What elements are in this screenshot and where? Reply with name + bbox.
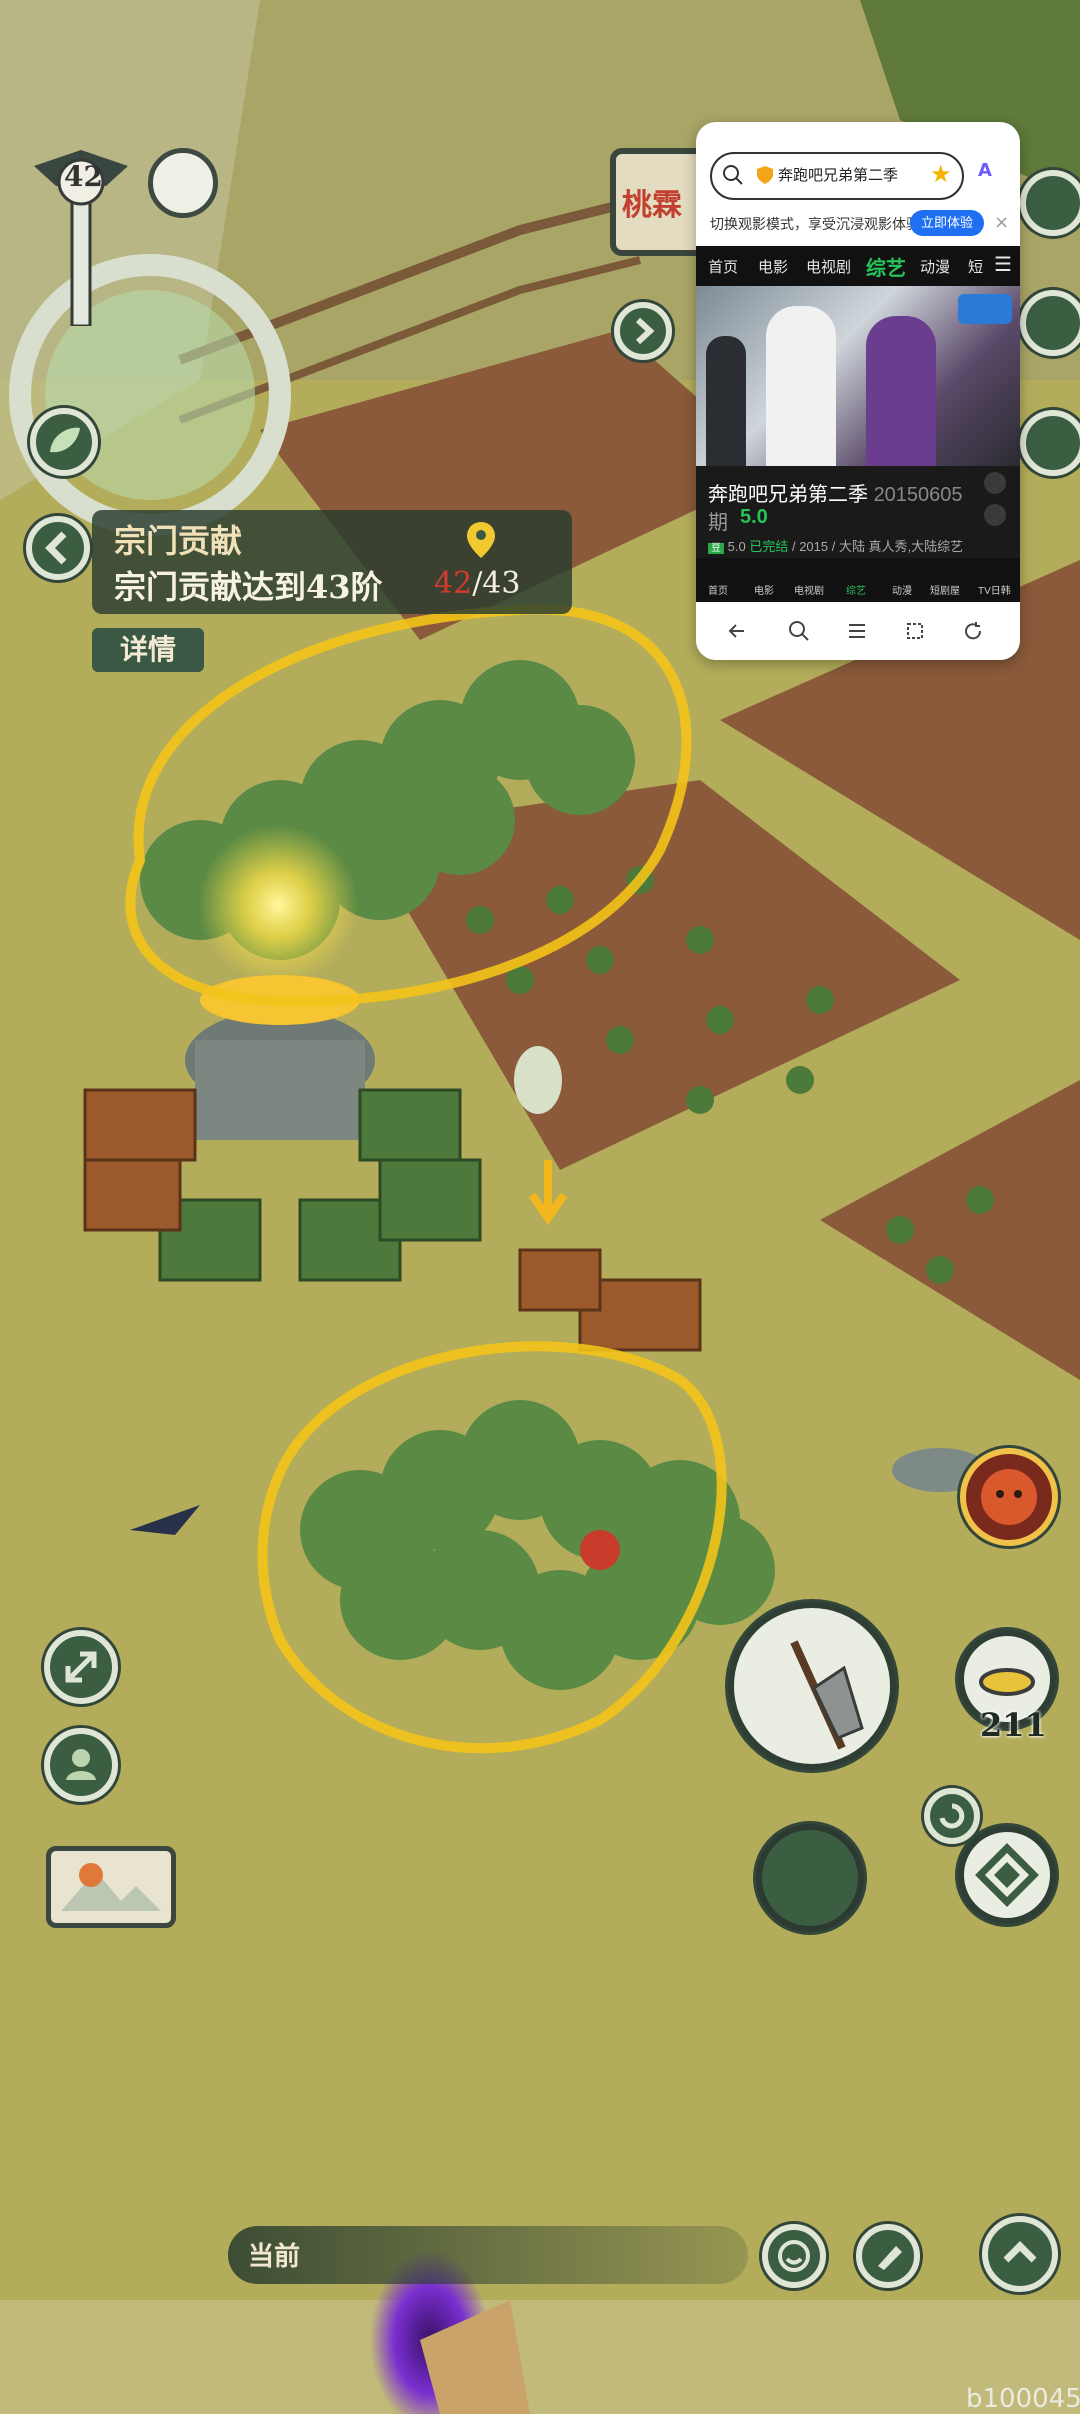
search-icon[interactable] <box>788 620 810 642</box>
episode-label: 期 <box>708 512 728 534</box>
monster-face-icon <box>981 1469 1037 1525</box>
try-now-button[interactable]: 立即体验 <box>910 210 984 236</box>
collapse-up-button[interactable] <box>982 2216 1058 2292</box>
scenery-card[interactable] <box>46 1846 176 1928</box>
chop-action-button[interactable] <box>728 1602 896 1770</box>
quest-title: 宗门贡献 <box>114 522 243 560</box>
video-thumbnail[interactable] <box>696 286 1020 466</box>
side-button-1[interactable] <box>1020 170 1080 236</box>
spiral-icon[interactable] <box>148 148 218 218</box>
douban-badge-icon: 豆 <box>708 543 724 554</box>
emoji-button[interactable] <box>762 2224 826 2288</box>
menu-icon[interactable]: ☰ <box>994 252 1012 277</box>
edit-button[interactable] <box>856 2224 920 2288</box>
nav-movie[interactable]: 电影 <box>754 582 774 597</box>
diamond-icon <box>975 1843 1039 1907</box>
pen-icon <box>878 2246 902 2270</box>
expand-button[interactable] <box>44 1630 118 1704</box>
person-icon <box>66 1749 96 1780</box>
system-bar <box>696 606 1020 660</box>
back-arrow-button[interactable] <box>26 516 90 580</box>
detail-button[interactable]: 详情 <box>92 628 204 672</box>
refresh-icon[interactable] <box>962 620 984 642</box>
ai-icon[interactable]: A <box>978 160 992 181</box>
skill-diamond-button[interactable] <box>958 1826 1056 1924</box>
landscape-icon <box>61 1863 161 1911</box>
tab-movie[interactable]: 电影 <box>758 256 788 277</box>
leaf-icon <box>50 427 80 453</box>
smile-icon <box>778 2240 810 2272</box>
chevron-right-icon <box>635 317 655 345</box>
character-button[interactable] <box>44 1728 118 1802</box>
tab-home[interactable]: 首页 <box>708 256 738 277</box>
tab-variety[interactable]: 综艺 <box>866 252 906 281</box>
location-pin-icon[interactable] <box>464 520 498 560</box>
nav-tv[interactable]: 电视剧 <box>794 582 824 597</box>
leaf-button[interactable] <box>30 408 98 476</box>
chevron-left-icon <box>45 531 67 565</box>
show-title: 奔跑吧兄弟第二季 20150605 <box>708 478 963 507</box>
side-icon-2[interactable] <box>984 504 1006 526</box>
joystick-secondary[interactable] <box>756 1824 864 1932</box>
menu-lines-icon[interactable] <box>846 620 868 642</box>
chevron-up-icon <box>1003 2241 1037 2263</box>
person-figure-1 <box>706 336 746 466</box>
shield-icon <box>757 166 773 184</box>
nav-short-drama[interactable]: 短剧屋 <box>930 582 960 597</box>
quest-progress-current: 42 <box>434 566 473 601</box>
show-score: 5.0 <box>740 506 768 528</box>
show-logo <box>958 294 1012 324</box>
star-icon[interactable]: ★ <box>930 160 952 188</box>
show-title-text: 奔跑吧兄弟第二季 <box>708 484 868 506</box>
nav-tv-korean[interactable]: TV日韩 <box>978 582 1011 597</box>
show-meta: 豆 5.0 已完结 / 2015 / 大陆 真人秀,大陆综艺 <box>708 536 963 555</box>
item-count: 211 <box>980 1706 1047 1744</box>
meta-score: 5.0 <box>727 539 746 554</box>
meta-status: 已完结 <box>749 539 789 554</box>
watermark: b1000451 <box>966 2384 1080 2414</box>
companion-portrait-button[interactable] <box>960 1448 1058 1546</box>
side-icon-1[interactable] <box>984 472 1006 494</box>
chat-channel-label: 当前 <box>248 2242 301 2272</box>
category-tabs: 首页 电影 电视剧 综艺 动漫 短 ☰ <box>696 246 1020 286</box>
tab-anime[interactable]: 动漫 <box>920 256 950 277</box>
person-figure-2 <box>766 306 836 466</box>
expand-arrows-icon <box>65 1651 97 1683</box>
area-sign-text: 桃霖 <box>622 188 682 223</box>
tab-short[interactable]: 短 <box>968 256 983 277</box>
player-level: 42 <box>64 160 103 193</box>
quest-panel[interactable]: 宗门贡献 宗门贡献达到43阶 42/43 <box>92 510 572 614</box>
meta-rest: / 2015 / 大陆 真人秀,大陆综艺 <box>791 539 964 554</box>
axe-icon <box>790 1640 864 1750</box>
search-query: 奔跑吧兄弟第二季 <box>778 167 899 184</box>
immersive-tip: 切换观影模式，享受沉浸观影体验 <box>710 216 920 232</box>
search-icon <box>723 165 743 185</box>
quest-progress: 42/43 <box>434 566 520 601</box>
close-icon[interactable]: × <box>994 212 1009 233</box>
show-date: 20150605 <box>873 484 963 506</box>
tabs-icon[interactable] <box>904 620 926 642</box>
floating-video-window[interactable]: 奔跑吧兄弟第二季 ★ A 切换观影模式，享受沉浸观影体验 立即体验 × 首页 电… <box>696 122 1020 660</box>
tab-tv[interactable]: 电视剧 <box>806 256 851 277</box>
nav-variety[interactable]: 综艺 <box>846 582 866 597</box>
quest-description: 宗门贡献达到43阶 <box>114 568 383 606</box>
nav-anime[interactable]: 动漫 <box>892 582 912 597</box>
nav-home[interactable]: 首页 <box>708 582 728 597</box>
back-icon[interactable] <box>726 620 748 642</box>
chat-bar[interactable]: 当前 <box>228 2226 748 2284</box>
forward-arrow-button[interactable] <box>614 302 672 360</box>
person-figure-3 <box>866 316 936 466</box>
quest-progress-total: /43 <box>472 566 521 601</box>
side-button-3[interactable] <box>1020 410 1080 476</box>
search-box[interactable]: 奔跑吧兄弟第二季 ★ <box>710 152 964 200</box>
side-button-2[interactable] <box>1020 290 1080 356</box>
bottom-nav: 首页 电影 电视剧 综艺 动漫 短剧屋 TV日韩 <box>696 558 1020 602</box>
